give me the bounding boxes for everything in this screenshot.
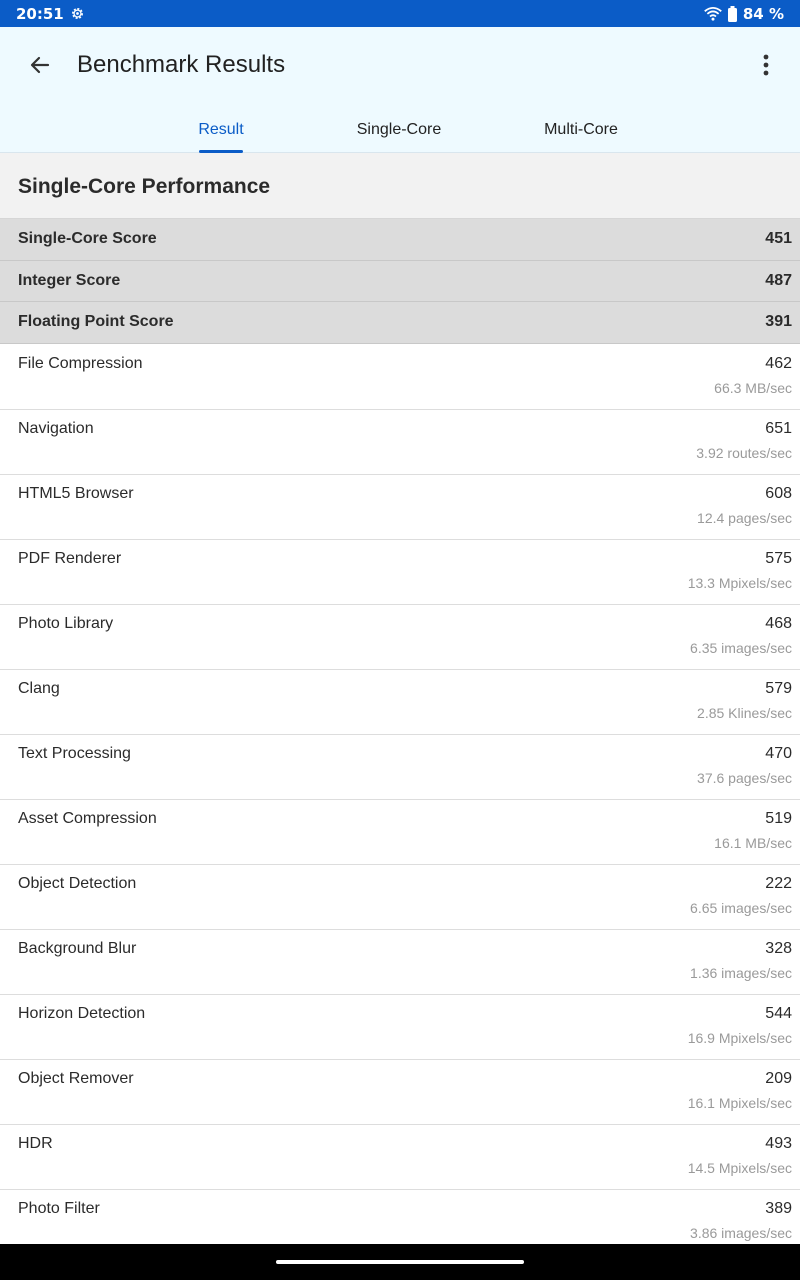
workload-rate: 16.1 Mpixels/sec bbox=[687, 1095, 792, 1111]
status-bar: 20:51 84 % bbox=[0, 0, 800, 27]
list-item: Navigation 651 3.92 routes/sec bbox=[0, 410, 800, 475]
list-item: File Compression 462 66.3 MB/sec bbox=[0, 345, 800, 410]
workload-rate: 1.36 images/sec bbox=[690, 965, 792, 981]
status-bar-right: 84 % bbox=[704, 5, 784, 23]
tab-single-core[interactable]: Single-Core bbox=[339, 107, 459, 153]
workload-rate: 66.3 MB/sec bbox=[714, 380, 792, 396]
tab-bar: Result Single-Core Multi-Core bbox=[0, 107, 800, 153]
summary-row-integer: Integer Score 487 bbox=[0, 260, 800, 302]
workload-score: 519 bbox=[765, 810, 792, 827]
status-time: 20:51 bbox=[16, 4, 64, 23]
workload-name: Horizon Detection bbox=[18, 1005, 146, 1022]
workload-rate: 6.35 images/sec bbox=[690, 640, 792, 656]
tab-multi-core[interactable]: Multi-Core bbox=[521, 107, 641, 153]
workload-rate: 37.6 pages/sec bbox=[697, 770, 792, 786]
summary-label: Integer Score bbox=[18, 271, 121, 289]
arrow-left-icon bbox=[30, 56, 50, 74]
workload-name: HDR bbox=[18, 1135, 53, 1152]
battery-level: 84 % bbox=[742, 4, 784, 23]
list-item: Text Processing 470 37.6 pages/sec bbox=[0, 735, 800, 800]
workload-name: Clang bbox=[18, 680, 60, 697]
app-bar: Benchmark Results Result Single-Core Mul… bbox=[0, 27, 800, 153]
workload-rate: 2.85 Klines/sec bbox=[697, 705, 792, 721]
summary-value: 391 bbox=[765, 313, 792, 331]
workload-rate: 13.3 Mpixels/sec bbox=[687, 575, 792, 591]
list-item: Object Detection 222 6.65 images/sec bbox=[0, 865, 800, 930]
workload-name: PDF Renderer bbox=[18, 550, 122, 567]
workload-name: Text Processing bbox=[18, 745, 131, 762]
workload-score: 651 bbox=[765, 420, 792, 437]
workload-name: HTML5 Browser bbox=[18, 485, 134, 502]
summary-label: Single-Core Score bbox=[18, 230, 157, 248]
workload-name: Object Detection bbox=[18, 875, 137, 892]
workload-score: 544 bbox=[765, 1005, 792, 1022]
workload-name: Photo Filter bbox=[18, 1200, 100, 1217]
back-button[interactable] bbox=[24, 49, 56, 81]
workload-name: Background Blur bbox=[18, 940, 137, 957]
list-item: HTML5 Browser 608 12.4 pages/sec bbox=[0, 475, 800, 540]
section-header: Single-Core Performance bbox=[0, 153, 800, 219]
summary-row-floating-point: Floating Point Score 391 bbox=[0, 302, 800, 344]
workload-score: 389 bbox=[765, 1200, 792, 1217]
more-vert-icon bbox=[763, 54, 769, 76]
workload-name: Navigation bbox=[18, 420, 94, 437]
workload-score: 222 bbox=[765, 875, 792, 892]
list-item: PDF Renderer 575 13.3 Mpixels/sec bbox=[0, 540, 800, 605]
workload-score: 468 bbox=[765, 615, 792, 632]
list-item: Photo Filter 389 3.86 images/sec bbox=[0, 1190, 800, 1244]
summary-value: 451 bbox=[765, 230, 792, 248]
workload-rate: 3.86 images/sec bbox=[690, 1225, 792, 1241]
workload-rate: 16.1 MB/sec bbox=[714, 835, 792, 851]
workload-name: Photo Library bbox=[18, 615, 114, 632]
list-item: Photo Library 468 6.35 images/sec bbox=[0, 605, 800, 670]
section-title: Single-Core Performance bbox=[18, 175, 271, 198]
list-item: Object Remover 209 16.1 Mpixels/sec bbox=[0, 1060, 800, 1125]
wifi-icon bbox=[704, 6, 722, 21]
workload-score: 493 bbox=[765, 1135, 792, 1152]
workload-rate: 12.4 pages/sec bbox=[697, 510, 792, 526]
workload-score: 608 bbox=[765, 485, 792, 502]
overflow-menu-button[interactable] bbox=[752, 49, 780, 81]
workload-score: 462 bbox=[765, 355, 792, 372]
list-item: HDR 493 14.5 Mpixels/sec bbox=[0, 1125, 800, 1190]
summary-row-single-core: Single-Core Score 451 bbox=[0, 219, 800, 261]
list-item: Background Blur 328 1.36 images/sec bbox=[0, 930, 800, 995]
workload-rate: 3.92 routes/sec bbox=[696, 445, 792, 461]
summary-scores: Single-Core Score 451 Integer Score 487 … bbox=[0, 219, 800, 344]
system-navigation-bar bbox=[0, 1244, 800, 1280]
summary-label: Floating Point Score bbox=[18, 313, 174, 331]
list-item: Horizon Detection 544 16.9 Mpixels/sec bbox=[0, 995, 800, 1060]
workload-score: 209 bbox=[765, 1070, 792, 1087]
workload-score: 575 bbox=[765, 550, 792, 567]
settings-gear-icon bbox=[70, 6, 85, 21]
workload-name: File Compression bbox=[18, 355, 143, 372]
workload-rate: 14.5 Mpixels/sec bbox=[687, 1160, 792, 1176]
list-item: Asset Compression 519 16.1 MB/sec bbox=[0, 800, 800, 865]
page-title: Benchmark Results bbox=[77, 51, 286, 78]
list-item: Clang 579 2.85 Klines/sec bbox=[0, 670, 800, 735]
workload-score: 579 bbox=[765, 680, 792, 697]
tab-result[interactable]: Result bbox=[161, 107, 281, 153]
workload-list[interactable]: File Compression 462 66.3 MB/sec Navigat… bbox=[0, 345, 800, 1244]
battery-icon bbox=[727, 5, 737, 22]
workload-score: 328 bbox=[765, 940, 792, 957]
workload-score: 470 bbox=[765, 745, 792, 762]
workload-name: Object Remover bbox=[18, 1070, 134, 1087]
home-gesture-handle[interactable] bbox=[276, 1260, 524, 1264]
workload-rate: 16.9 Mpixels/sec bbox=[687, 1030, 792, 1046]
workload-name: Asset Compression bbox=[18, 810, 157, 827]
summary-value: 487 bbox=[765, 271, 792, 289]
status-bar-left: 20:51 bbox=[16, 5, 85, 23]
workload-rate: 6.65 images/sec bbox=[690, 900, 792, 916]
